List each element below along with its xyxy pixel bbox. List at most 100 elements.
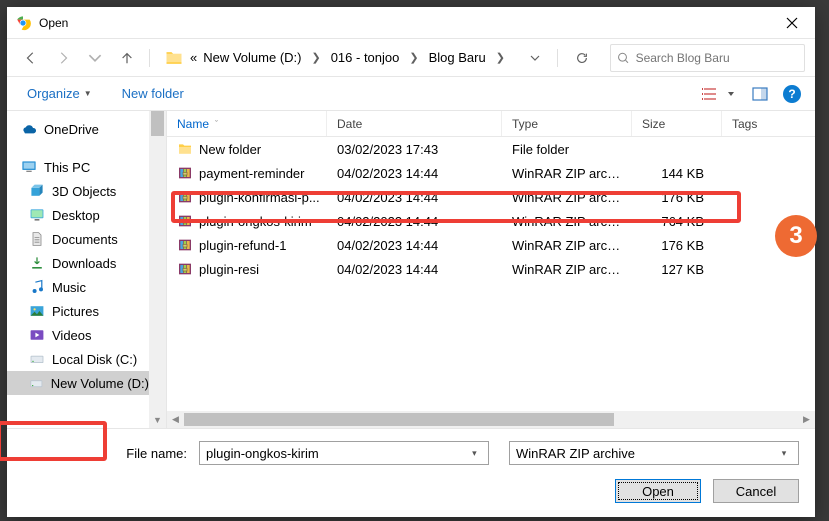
- sidebar-item-icon: [29, 255, 45, 271]
- file-row[interactable]: plugin-refund-1 04/02/2023 14:44WinRAR ZI…: [167, 233, 815, 257]
- filetype-combo[interactable]: WinRAR ZIP archive ▾: [509, 441, 799, 465]
- file-pane: Nameˇ Date Type Size Tags New folder03/0…: [167, 111, 815, 428]
- cancel-button[interactable]: Cancel: [713, 479, 799, 503]
- sidebar-item[interactable]: Pictures: [7, 299, 149, 323]
- sidebar-item-icon: [29, 375, 44, 391]
- file-type: WinRAR ZIP archive: [502, 214, 632, 229]
- zip-icon: [177, 189, 193, 205]
- nav-bar: « New Volume (D:) ❯ 016 - tonjoo ❯ Blog …: [7, 39, 815, 77]
- file-row[interactable]: plugin-konfirmasi-p...04/02/2023 14:44Wi…: [167, 185, 815, 209]
- file-size: 176 KB: [632, 190, 722, 205]
- zip-icon: [177, 165, 193, 181]
- sidebar-item-label: Pictures: [52, 304, 99, 319]
- col-size[interactable]: Size: [632, 111, 722, 136]
- preview-pane-button[interactable]: [745, 82, 775, 106]
- file-type: WinRAR ZIP archive: [502, 238, 632, 253]
- file-name: plugin-resi: [199, 262, 259, 277]
- file-date: 04/02/2023 14:44: [327, 214, 502, 229]
- sidebar-item-label: Documents: [52, 232, 118, 247]
- sidebar-item-icon: [29, 279, 45, 295]
- zip-icon: [177, 213, 193, 229]
- chevron-right-icon: ❯: [403, 51, 424, 64]
- sidebar-item[interactable]: Documents: [7, 227, 149, 251]
- sidebar-this-pc[interactable]: This PC: [7, 155, 149, 179]
- file-type: WinRAR ZIP archive: [502, 262, 632, 277]
- open-dialog: Open « New Volume (D:) ❯ 016 - tonjoo ❯ …: [7, 7, 815, 517]
- file-date: 04/02/2023 14:44: [327, 238, 502, 253]
- sidebar-item[interactable]: Music: [7, 275, 149, 299]
- sidebar-item[interactable]: New Volume (D:): [7, 371, 149, 395]
- open-button[interactable]: Open: [615, 479, 701, 503]
- sidebar-item-icon: [29, 327, 45, 343]
- view-options-button[interactable]: [693, 82, 737, 106]
- chevron-right-icon: ❯: [490, 51, 511, 64]
- file-name: plugin-refund-1: [199, 238, 286, 253]
- close-button[interactable]: [769, 7, 815, 39]
- col-type[interactable]: Type: [502, 111, 632, 136]
- organize-button[interactable]: Organize▼: [21, 82, 98, 105]
- sidebar-item-label: Music: [52, 280, 86, 295]
- filename-combo[interactable]: ▾: [199, 441, 489, 465]
- recent-locations-button[interactable]: [81, 44, 109, 72]
- file-date: 04/02/2023 14:44: [327, 166, 502, 181]
- sidebar-item-label: Local Disk (C:): [52, 352, 137, 367]
- file-row[interactable]: New folder03/02/2023 17:43File folder: [167, 137, 815, 161]
- breadcrumb-segment[interactable]: New Volume (D:): [199, 48, 305, 67]
- file-row[interactable]: plugin-resi 04/02/2023 14:44WinRAR ZIP ar…: [167, 257, 815, 281]
- sidebar-item-label: Videos: [52, 328, 92, 343]
- col-tags[interactable]: Tags: [722, 111, 815, 136]
- onedrive-icon: [21, 121, 37, 137]
- back-button[interactable]: [17, 44, 45, 72]
- sidebar: OneDrive This PC 3D Objects Desktop Docume…: [7, 111, 167, 428]
- chevron-down-icon[interactable]: ▾: [467, 448, 482, 459]
- title-bar: Open: [7, 7, 815, 39]
- help-button[interactable]: ?: [783, 85, 801, 103]
- filename-input[interactable]: [206, 446, 467, 461]
- folder-icon: [164, 48, 184, 68]
- file-name: New folder: [199, 142, 261, 157]
- sidebar-item-label: Desktop: [52, 208, 100, 223]
- bottom-bar: File name: ▾ WinRAR ZIP archive ▾ Open C…: [7, 428, 815, 517]
- sidebar-label: This PC: [44, 160, 90, 175]
- folder-icon: [177, 141, 193, 157]
- chevron-down-icon[interactable]: ▾: [776, 448, 792, 459]
- col-date[interactable]: Date: [327, 111, 502, 136]
- file-name: payment-reminder: [199, 166, 305, 181]
- breadcrumb-segment[interactable]: Blog Baru: [425, 48, 490, 67]
- horizontal-scrollbar[interactable]: ◀▶: [167, 411, 815, 428]
- chevron-right-icon: ❯: [305, 51, 326, 64]
- file-row[interactable]: payment-reminder04/02/2023 14:44WinRAR Z…: [167, 161, 815, 185]
- file-type: File folder: [502, 142, 632, 157]
- file-row[interactable]: plugin-ongkos-kirim 04/02/2023 14:44WinRA…: [167, 209, 815, 233]
- file-type: WinRAR ZIP archive: [502, 190, 632, 205]
- zip-icon: [177, 237, 193, 253]
- new-folder-button[interactable]: New folder: [116, 82, 190, 105]
- sidebar-item[interactable]: 3D Objects: [7, 179, 149, 203]
- file-size: 127 KB: [632, 262, 722, 277]
- file-date: 04/02/2023 14:44: [327, 262, 502, 277]
- sidebar-item[interactable]: Desktop: [7, 203, 149, 227]
- forward-button[interactable]: [49, 44, 77, 72]
- filename-label: File name:: [23, 446, 193, 461]
- sidebar-onedrive[interactable]: OneDrive: [7, 117, 149, 141]
- filter-value: WinRAR ZIP archive: [516, 446, 776, 461]
- sidebar-item-label: Downloads: [52, 256, 116, 271]
- breadcrumb-overflow: «: [188, 50, 199, 65]
- search-box[interactable]: [610, 44, 805, 72]
- columns-header: Nameˇ Date Type Size Tags: [167, 111, 815, 137]
- sidebar-item[interactable]: Videos: [7, 323, 149, 347]
- path-dropdown-button[interactable]: [521, 44, 549, 72]
- sidebar-item[interactable]: Local Disk (C:): [7, 347, 149, 371]
- breadcrumb-path[interactable]: « New Volume (D:) ❯ 016 - tonjoo ❯ Blog …: [158, 44, 515, 72]
- up-button[interactable]: [113, 44, 141, 72]
- body: OneDrive This PC 3D Objects Desktop Docume…: [7, 111, 815, 428]
- file-name: plugin-ongkos-kirim: [199, 214, 312, 229]
- col-name[interactable]: Nameˇ: [167, 111, 327, 136]
- sidebar-scrollbar[interactable]: ▲ ▼: [149, 111, 166, 428]
- search-input[interactable]: [636, 51, 798, 65]
- sidebar-item-icon: [29, 351, 45, 367]
- sidebar-item[interactable]: Downloads: [7, 251, 149, 275]
- window-title: Open: [39, 16, 68, 30]
- breadcrumb-segment[interactable]: 016 - tonjoo: [327, 48, 404, 67]
- refresh-button[interactable]: [568, 44, 596, 72]
